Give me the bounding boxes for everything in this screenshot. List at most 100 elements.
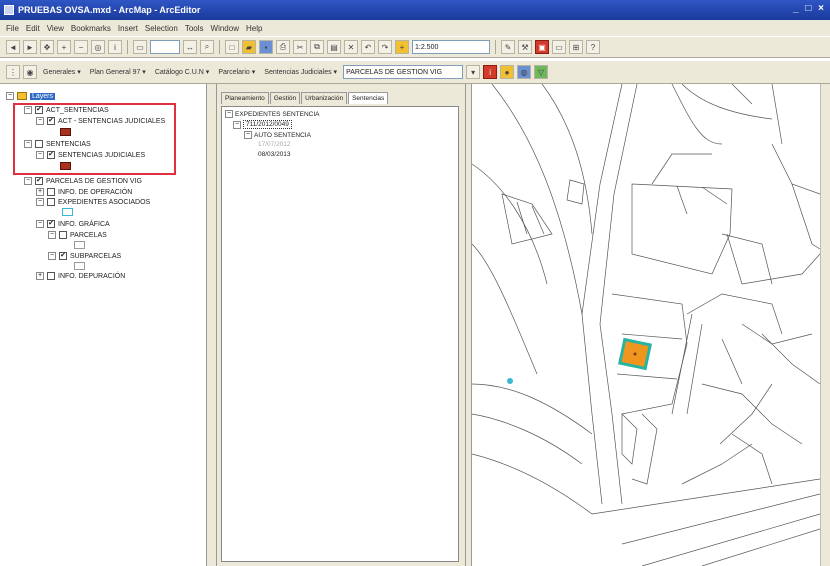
add-data-icon[interactable]: + [395,40,409,54]
layer-checkbox[interactable] [59,231,67,239]
zoom-in-icon[interactable]: + [57,40,71,54]
menu-edit[interactable]: Edit [26,24,40,33]
info-red-icon[interactable]: i [483,65,498,79]
window-controls[interactable]: _ □ × [793,3,826,14]
map-point[interactable] [507,378,513,384]
tab-planeamiento[interactable]: Planeamiento [221,92,269,104]
select-features-icon[interactable]: ▭ [133,40,147,54]
new-document-icon[interactable]: □ [225,40,239,54]
tab-sentencias[interactable]: Sentencias [348,92,389,104]
save-icon[interactable]: ▪ [259,40,273,54]
menu-generales[interactable]: Generales ▾ [40,68,84,76]
menu-view[interactable]: View [47,24,64,33]
toc-item-info-operacion[interactable]: + INFO. DE OPERACIÓN [36,188,132,196]
model-builder-icon[interactable]: ⊞ [569,40,583,54]
tree-expediente-label: 711/2012/0049 [243,120,292,129]
toc-item-parcelas[interactable]: − PARCELAS [48,231,107,239]
zoom-out-icon[interactable]: − [74,40,88,54]
layer-combo[interactable]: PARCELAS DE GESTION VIG [343,65,464,79]
legend-swatch-gray [74,262,85,270]
scale-combo[interactable]: 1:2.500 [412,40,490,54]
back-extent-icon[interactable]: ◄ [6,40,20,54]
tree-date-item[interactable]: 08/03/2013 [258,151,291,158]
toolbar-grip-icon: ⋮ [6,65,20,79]
toc-item-info-grafica[interactable]: − ✔ INFO. GRÁFICA [36,220,110,228]
menu-catalogo[interactable]: Catálogo C.U.N ▾ [152,68,212,76]
tab-gestion[interactable]: Gestión [269,92,301,104]
layer-checkbox[interactable] [47,188,55,196]
find-icon[interactable]: ⌕ [200,40,214,54]
toolbar-separator [219,40,220,54]
layer-checkbox[interactable]: ✔ [47,220,55,228]
cut-icon[interactable]: ✂ [293,40,307,54]
standard-toolbar: ◄ ► ✥ + − ◎ i ▭ ↔ ⌕ □ ▰ ▪ ⎙ ✂ ⧉ ▤ ✕ ↶ ↷ … [0,36,830,58]
tab-urbanizacion[interactable]: Urbanización [301,92,348,104]
print-icon[interactable]: ⎙ [276,40,290,54]
identify-icon[interactable]: i [108,40,122,54]
collapse-toggle[interactable]: − [24,177,32,185]
filter-icon[interactable]: ▽ [534,65,549,79]
toc-root[interactable]: − Layers [6,92,56,100]
toc-item-expedientes-asociados[interactable]: − EXPEDIENTES ASOCIADOS [36,198,150,206]
expand-toggle[interactable]: + [36,188,44,196]
forward-extent-icon[interactable]: ► [23,40,37,54]
paste-icon[interactable]: ▤ [327,40,341,54]
editor-toolbar-icon[interactable]: ✎ [501,40,515,54]
menu-bookmarks[interactable]: Bookmarks [71,24,111,33]
tree-date-item[interactable]: 17/07/2012 [258,141,291,148]
menu-bar: File Edit View Bookmarks Insert Selection Tool… [0,20,830,36]
collapse-toggle[interactable]: − [6,92,14,100]
layer-combo-dropdown-icon[interactable]: ▾ [466,65,481,79]
tree-auto-sentencia[interactable]: − AUTO SENTENCIA [244,131,311,139]
command-line-icon[interactable]: ▭ [552,40,566,54]
globe-icon[interactable]: ◉ [23,65,37,79]
menu-parcelario[interactable]: Parcelario ▾ [215,68,258,76]
collapse-toggle[interactable]: − [233,120,241,129]
delete-icon[interactable]: ✕ [344,40,358,54]
panel-splitter[interactable] [465,84,472,566]
tree-root-label: EXPEDIENTES SENTENCIA [235,110,320,118]
collapse-toggle[interactable]: − [36,220,44,228]
menu-sentencias-judiciales[interactable]: Sentencias Judiciales ▾ [261,68,340,76]
pan-icon[interactable]: ✥ [40,40,54,54]
redo-icon[interactable]: ↷ [378,40,392,54]
map-scrollbar[interactable] [820,84,830,566]
toc-item-parcelas-gestion[interactable]: − ✔ PARCELAS DE GESTION VIG [24,177,142,185]
collapse-toggle[interactable]: − [48,231,56,239]
toc-item-subparcelas[interactable]: − ✔ SUBPARCELAS [48,252,121,260]
layer-checkbox[interactable]: ✔ [59,252,67,260]
measure-icon[interactable]: ↔ [183,40,197,54]
copy-icon[interactable]: ⧉ [310,40,324,54]
map-view[interactable] [472,84,820,566]
tree-root[interactable]: − EXPEDIENTES SENTENCIA [225,110,320,118]
menu-tools[interactable]: Tools [185,24,204,33]
full-extent-icon[interactable]: ◎ [91,40,105,54]
undo-icon[interactable]: ↶ [361,40,375,54]
collapse-toggle[interactable]: − [225,110,233,118]
collapse-toggle[interactable]: − [244,131,252,139]
collapse-toggle[interactable]: − [36,198,44,206]
menu-plan-general[interactable]: Plan General 97 ▾ [87,68,149,76]
menu-file[interactable]: File [6,24,19,33]
layer-checkbox[interactable]: ✔ [35,177,43,185]
arctoolbox-icon[interactable]: ⚒ [518,40,532,54]
collapse-toggle[interactable]: − [48,252,56,260]
menu-window[interactable]: Window [211,24,239,33]
window-title: PRUEBAS OVSA.mxd - ArcMap - ArcEditor [18,5,201,15]
menu-insert[interactable]: Insert [118,24,138,33]
open-document-icon[interactable]: ▰ [242,40,256,54]
tree-expediente[interactable]: − 711/2012/0049 [233,120,292,129]
layer-checkbox[interactable] [47,272,55,280]
globe-search-icon[interactable]: ◍ [517,65,532,79]
layer-checkbox[interactable] [47,198,55,206]
sentencias-panel: Planeamiento Gestión Urbanización Senten… [217,84,465,566]
menu-selection[interactable]: Selection [145,24,178,33]
whats-this-icon[interactable]: ? [586,40,600,54]
sentence-icon[interactable]: ● [500,65,515,79]
expand-toggle[interactable]: + [36,272,44,280]
toc-item-info-depuracion[interactable]: + INFO. DEPURACIÓN [36,272,125,280]
arccatalog-icon[interactable]: ▣ [535,40,549,54]
menu-help[interactable]: Help [246,24,262,33]
small-combo[interactable] [150,40,180,54]
panel-splitter[interactable] [207,84,217,566]
